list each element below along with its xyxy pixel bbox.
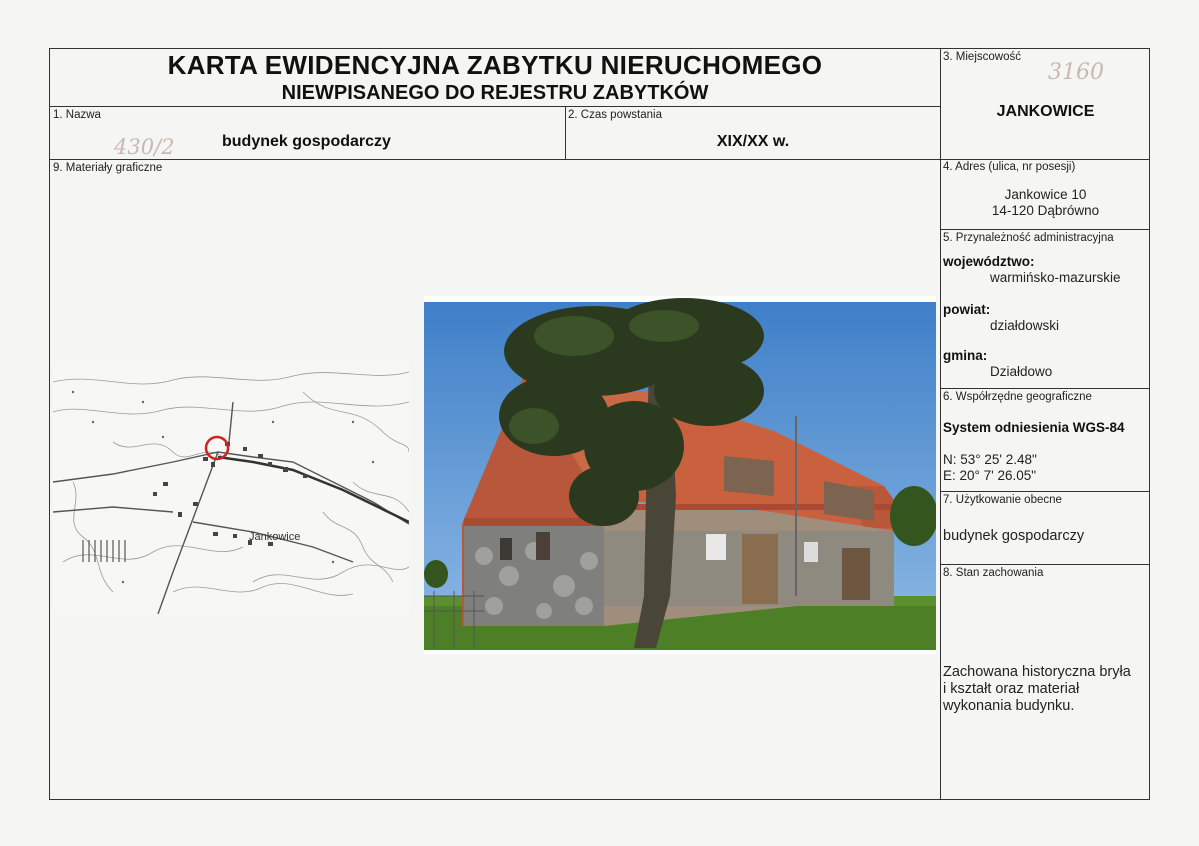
name-label: 1. Nazwa bbox=[53, 109, 101, 121]
address-label: 4. Adres (ulica, nr posesji) bbox=[943, 161, 1076, 173]
voivodeship-label: województwo: bbox=[943, 254, 1035, 269]
locality-label: 3. Miejscowość bbox=[943, 51, 1021, 63]
divider-address bbox=[940, 229, 1150, 230]
name-value: budynek gospodarczy bbox=[222, 133, 391, 150]
date-label: 2. Czas powstania bbox=[568, 109, 662, 121]
divider-coords bbox=[940, 491, 1150, 492]
row-divider bbox=[49, 159, 1150, 160]
use-label: 7. Użytkowanie obecne bbox=[943, 494, 1062, 506]
commune-value: Działdowo bbox=[990, 364, 1053, 379]
use-value: budynek gospodarczy bbox=[943, 528, 1085, 544]
divider-use bbox=[940, 564, 1150, 565]
address-line1: Jankowice 10 bbox=[1004, 187, 1087, 202]
voivodeship-value: warmińsko-mazurskie bbox=[990, 270, 1121, 285]
coords-label: 6. Współrzędne geograficzne bbox=[943, 391, 1092, 403]
photo-drawing bbox=[424, 298, 938, 650]
divider-admin bbox=[940, 388, 1150, 389]
column-divider bbox=[940, 48, 941, 800]
condition-line3: wykonania budynku. bbox=[943, 698, 1075, 714]
county-label: powiat: bbox=[943, 302, 991, 317]
graphics-label: 9. Materiały graficzne bbox=[53, 162, 163, 174]
date-value: XIX/XX w. bbox=[716, 133, 790, 150]
map-place-label: Jankowice bbox=[249, 531, 300, 543]
address-line2: 14-120 Dąbrówno bbox=[991, 203, 1100, 218]
coords-east: E: 20° 7' 26.05" bbox=[943, 468, 1037, 483]
topographic-map: Jankowice bbox=[53, 362, 409, 614]
building-photo bbox=[424, 296, 938, 654]
record-card: KARTA EWIDENCYJNA ZABYTKU NIERUCHOMEGO N… bbox=[0, 0, 1199, 846]
handwritten-number: 430/2 bbox=[114, 135, 175, 159]
map-drawing: Jankowice bbox=[53, 362, 409, 614]
condition-label: 8. Stan zachowania bbox=[943, 567, 1044, 579]
condition-line1: Zachowana historyczna bryła bbox=[943, 664, 1131, 680]
county-value: działdowski bbox=[990, 318, 1060, 333]
admin-label: 5. Przynależność administracyjna bbox=[943, 232, 1114, 244]
card-subtitle: NIEWPISANEGO DO REJESTRU ZABYTKÓW bbox=[281, 82, 709, 104]
coords-system: System odniesienia WGS-84 bbox=[943, 420, 1125, 435]
coords-north: N: 53° 25' 2.48" bbox=[943, 452, 1037, 467]
title-divider bbox=[49, 106, 940, 107]
condition-line2: i kształt oraz materiał bbox=[943, 681, 1080, 697]
card-title: KARTA EWIDENCYJNA ZABYTKU NIERUCHOMEGO bbox=[167, 50, 823, 80]
commune-label: gmina: bbox=[943, 348, 988, 363]
locality-value: JANKOWICE bbox=[996, 103, 1095, 120]
handwritten-code: 3160 bbox=[1048, 60, 1104, 85]
